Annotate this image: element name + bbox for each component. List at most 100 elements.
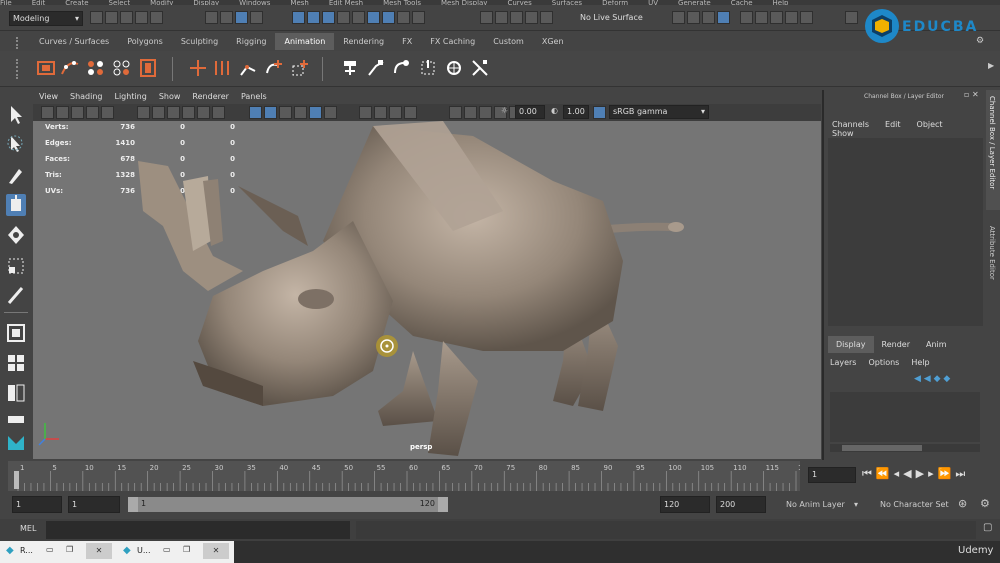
range-slider-bar[interactable]: 1 120: [128, 497, 448, 512]
new-layer-selected-icon[interactable]: ◆: [943, 374, 950, 384]
orient-constraint-icon[interactable]: [418, 58, 438, 78]
side-tab-attribute-editor[interactable]: Attribute Editor: [986, 218, 1000, 308]
edge-mode-icon[interactable]: [307, 11, 320, 24]
step-forward-frame-icon[interactable]: ▸: [928, 467, 938, 480]
single-view-layout-icon[interactable]: [6, 322, 26, 344]
vertex-mode-icon[interactable]: [292, 11, 305, 24]
ambient-occlusion-icon[interactable]: [294, 106, 307, 119]
toggle-tool-settings-icon[interactable]: [702, 11, 715, 24]
uv-mode-icon[interactable]: [337, 11, 350, 24]
color-space-dropdown[interactable]: sRGB gamma ▾: [609, 105, 709, 119]
textured-icon[interactable]: [182, 106, 195, 119]
channel-box-menu-channels[interactable]: Channels: [824, 120, 877, 129]
skin-bind-icon[interactable]: [290, 58, 310, 78]
anim-layer-dropdown[interactable]: No Anim Layer ▾: [780, 496, 858, 513]
shade-icon[interactable]: [479, 106, 492, 119]
viewport-menu-panels[interactable]: Panels: [235, 90, 273, 104]
end-frame-field[interactable]: 200: [716, 496, 766, 513]
new-empty-layer-icon[interactable]: ◆: [934, 374, 941, 384]
shelf-menu-icon[interactable]: ▶: [988, 61, 994, 70]
shelf-tab-xgen[interactable]: XGen: [533, 33, 573, 50]
close-icon[interactable]: ✕: [203, 543, 229, 559]
minimize-icon[interactable]: ▭: [46, 545, 54, 554]
play-backwards-icon[interactable]: ◀: [903, 467, 915, 480]
lock-selection-icon[interactable]: [250, 11, 263, 24]
viewport-menu-view[interactable]: View: [33, 90, 64, 104]
step-forward-key-icon[interactable]: ⏩: [938, 467, 956, 480]
two-view-layout-icon[interactable]: [6, 382, 26, 404]
perspective-viewport[interactable]: Verts: 736 0 0 Edges: 1410 0 0 Faces: 678 0 0 Tris: 1…: [33, 121, 821, 459]
layer-tab-render[interactable]: Render: [874, 336, 918, 353]
construction-history-icon[interactable]: [510, 11, 523, 24]
new-scene-icon[interactable]: [90, 11, 103, 24]
render-view-icon[interactable]: [740, 11, 753, 24]
channel-box-menu-show[interactable]: Show: [824, 129, 862, 138]
last-tool-icon[interactable]: [6, 284, 26, 306]
xray-joints-icon[interactable]: [279, 106, 292, 119]
shelf-tab-rigging[interactable]: Rigging: [227, 33, 275, 50]
layer-menu-options[interactable]: Options: [868, 358, 905, 367]
pole-vector-icon[interactable]: [470, 58, 490, 78]
channel-box-list[interactable]: [828, 138, 983, 326]
layer-menu-help[interactable]: Help: [911, 358, 935, 367]
viewport-menu-shading[interactable]: Shading: [64, 90, 109, 104]
breakdown-key-icon[interactable]: [212, 58, 232, 78]
time-editor-icon[interactable]: [138, 58, 158, 78]
start-frame-field[interactable]: 1: [12, 496, 62, 513]
gate-mask-icon[interactable]: [374, 106, 387, 119]
lights-icon[interactable]: [197, 106, 210, 119]
viewport-menu-lighting[interactable]: Lighting: [108, 90, 152, 104]
resolution-gate-icon[interactable]: [359, 106, 372, 119]
shelf-tab-custom[interactable]: Custom: [484, 33, 533, 50]
live-surface-label[interactable]: No Live Surface: [580, 13, 643, 22]
character-set-dropdown[interactable]: No Character Set: [874, 496, 952, 513]
select-hierarchy-icon[interactable]: [205, 11, 218, 24]
face-mode-icon[interactable]: [322, 11, 335, 24]
motion-path-icon[interactable]: [340, 58, 360, 78]
exposure-field[interactable]: 0.00: [515, 105, 545, 119]
restore-icon[interactable]: ❐: [66, 545, 73, 554]
shelf-tab-fx-caching[interactable]: FX Caching: [421, 33, 484, 50]
float-icon[interactable]: ▫: [964, 90, 969, 99]
snap-point-icon[interactable]: [397, 11, 410, 24]
toggle-attribute-icon[interactable]: [687, 11, 700, 24]
auto-key-icon[interactable]: ⊛: [958, 497, 967, 510]
layer-tab-display[interactable]: Display: [828, 336, 874, 353]
shelf-tab-rendering[interactable]: Rendering: [334, 33, 393, 50]
image-plane-icon[interactable]: [86, 106, 99, 119]
channel-box-menu-object[interactable]: Object: [909, 120, 951, 129]
color-management-icon[interactable]: [593, 106, 606, 119]
select-object-icon[interactable]: [220, 11, 233, 24]
step-back-frame-icon[interactable]: ◂: [894, 467, 904, 480]
lasso-tool-icon[interactable]: [6, 134, 26, 156]
point-constraint-icon[interactable]: [366, 58, 386, 78]
viewport-menu-renderer[interactable]: Renderer: [186, 90, 235, 104]
dope-sheet-icon[interactable]: [86, 58, 106, 78]
play-forwards-icon[interactable]: ▶: [916, 467, 928, 480]
select-camera-icon[interactable]: [41, 106, 54, 119]
shelf-tab-sculpting[interactable]: Sculpting: [172, 33, 227, 50]
ik-handle-icon[interactable]: [238, 58, 258, 78]
workspace-icon[interactable]: [845, 11, 860, 24]
film-gate-icon[interactable]: [449, 106, 462, 119]
toggle-outliner-icon[interactable]: [672, 11, 685, 24]
current-time-indicator[interactable]: [14, 471, 19, 489]
parent-constraint-icon[interactable]: [444, 58, 464, 78]
ipr-render-icon[interactable]: [770, 11, 783, 24]
default-material-icon[interactable]: [167, 106, 180, 119]
minimize-icon[interactable]: ▭: [163, 545, 171, 554]
move-tool-icon[interactable]: [6, 194, 26, 216]
playback-start-field[interactable]: 1: [68, 496, 120, 513]
range-start-handle[interactable]: [128, 497, 138, 512]
shelf-tab-curves-surfaces[interactable]: Curves / Surfaces: [30, 33, 118, 50]
go-to-end-icon[interactable]: ⏭: [955, 467, 969, 480]
render-frame-icon[interactable]: [755, 11, 768, 24]
set-key-icon[interactable]: [188, 58, 208, 78]
move-layer-up-icon[interactable]: ◀: [914, 374, 921, 384]
outliner-layout-icon[interactable]: [6, 408, 26, 430]
input-ops-icon[interactable]: [480, 11, 493, 24]
snap-curve-icon[interactable]: [382, 11, 395, 24]
safe-title-icon[interactable]: [464, 106, 477, 119]
go-to-start-icon[interactable]: ⏮: [862, 467, 876, 480]
shelf-tab-fx[interactable]: FX: [393, 33, 421, 50]
